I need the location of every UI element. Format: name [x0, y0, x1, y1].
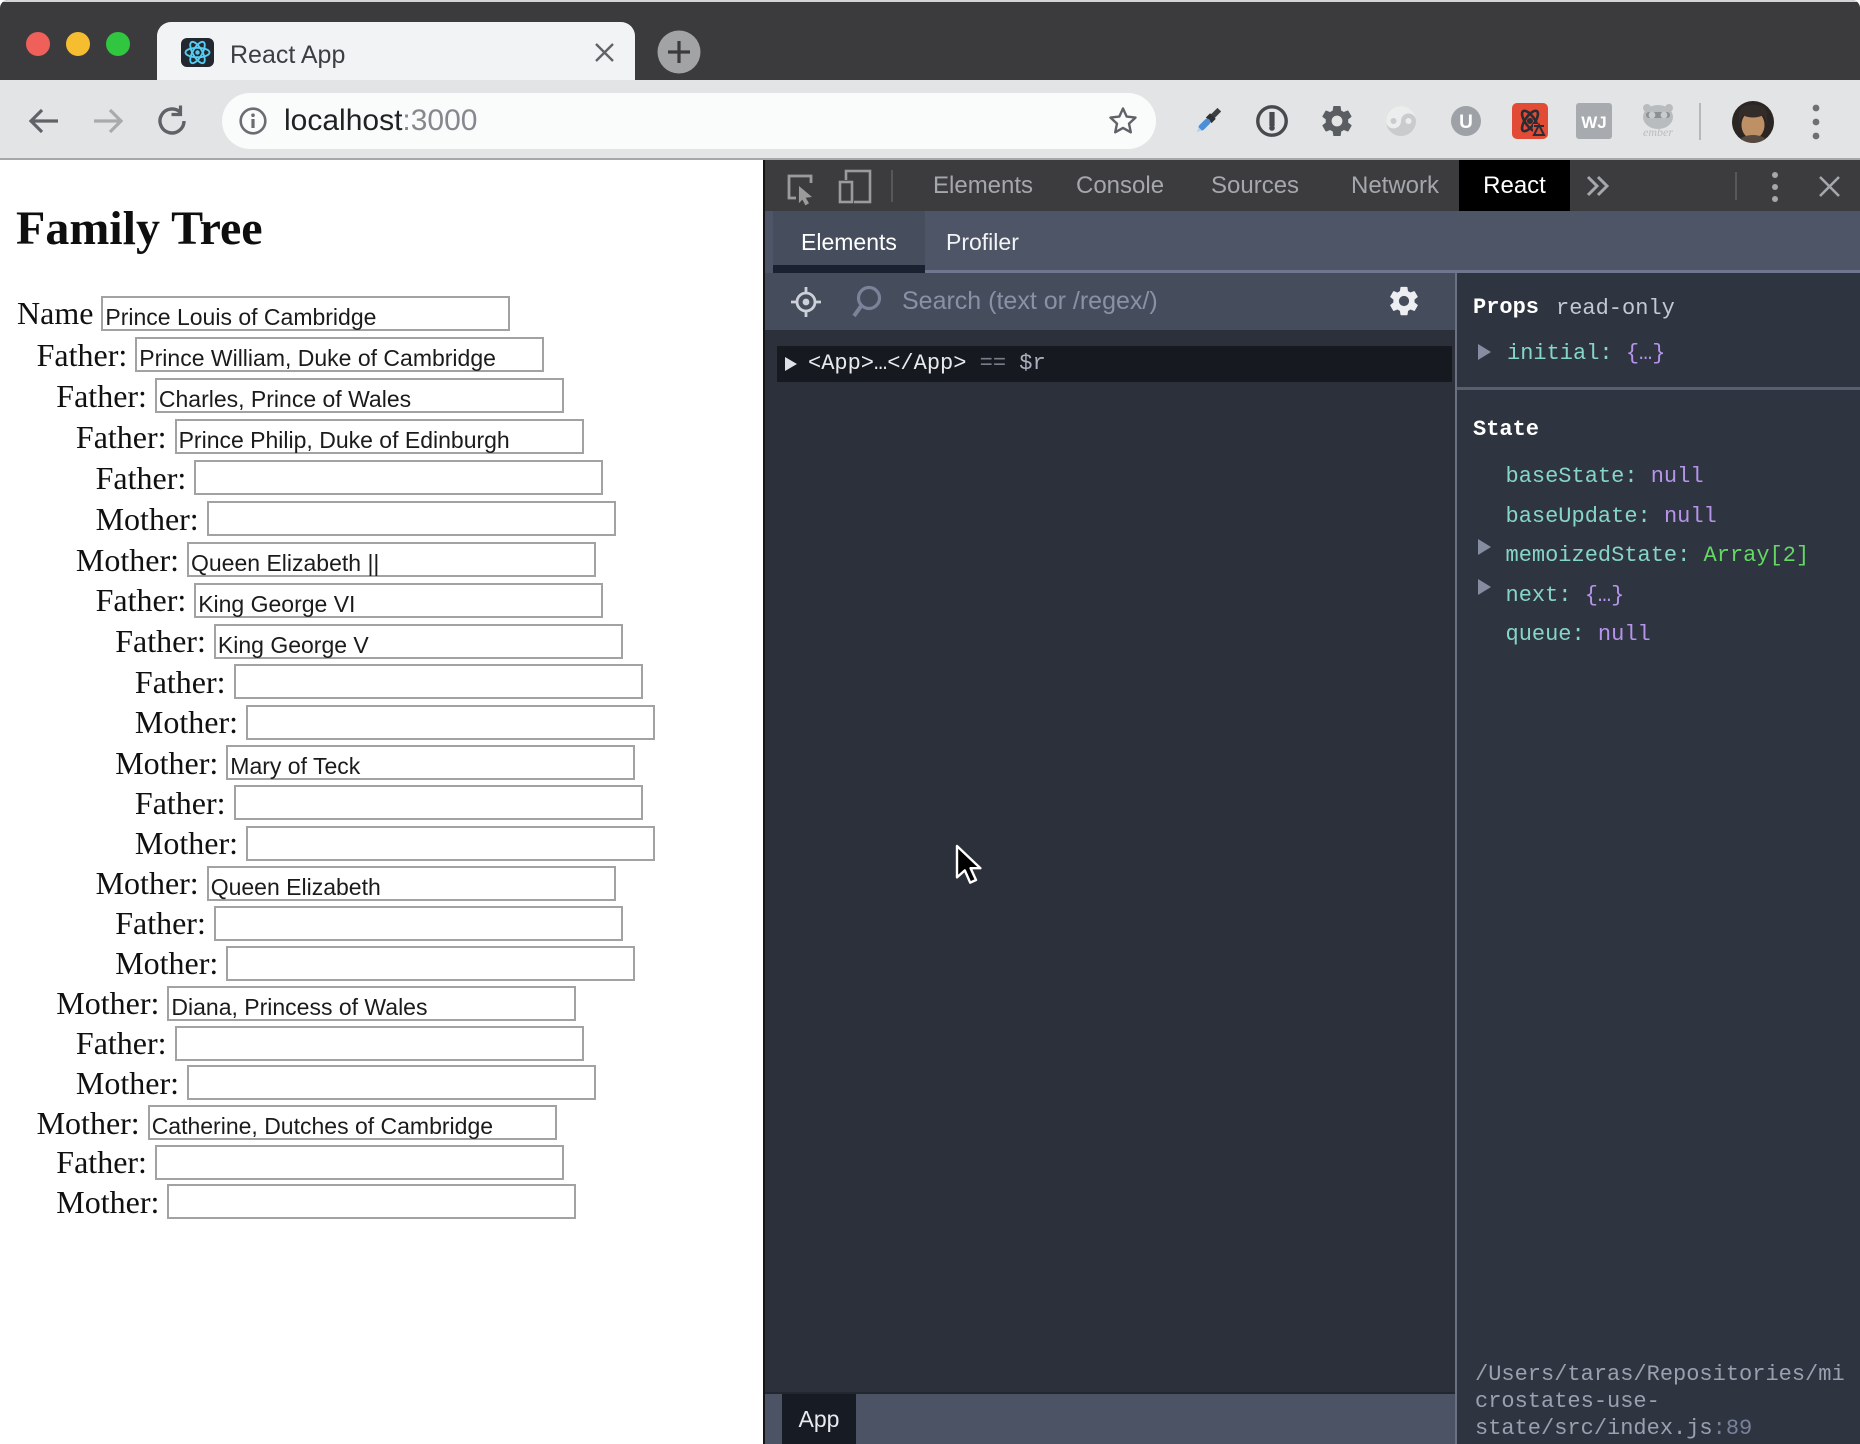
svg-text:ember: ember — [1643, 125, 1673, 139]
svg-text:WJ: WJ — [1581, 113, 1607, 132]
svg-text:U: U — [1459, 112, 1473, 133]
